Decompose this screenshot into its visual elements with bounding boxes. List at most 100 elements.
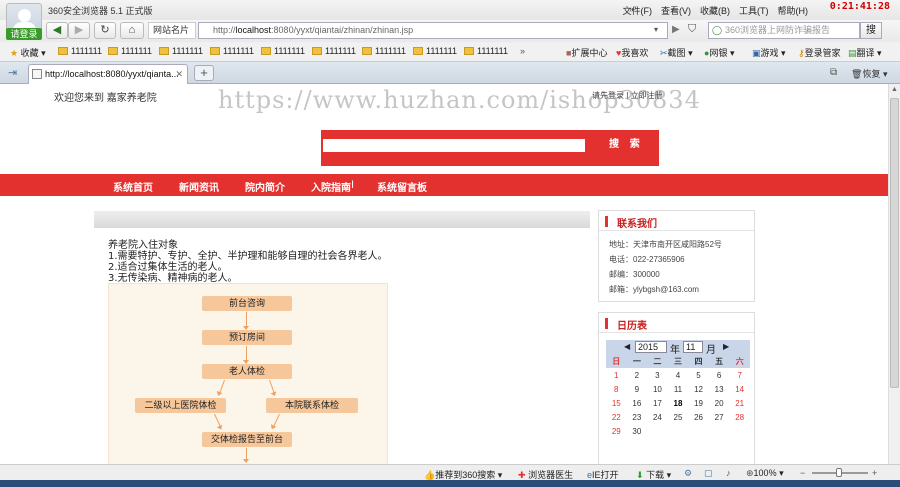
tab-current[interactable]: http://localhost:8080/yyxt/qianta... ✕: [28, 64, 188, 84]
calendar-day: [688, 424, 709, 438]
calendar-day[interactable]: 28: [729, 410, 750, 424]
calendar-day[interactable]: 17: [647, 396, 668, 410]
bookmark-item[interactable]: 1111111: [210, 46, 254, 56]
calendar-day-today[interactable]: 18: [668, 396, 689, 410]
search-button[interactable]: 搜: [860, 22, 882, 39]
menu-view[interactable]: 查看(V): [661, 4, 691, 17]
menu-help[interactable]: 帮助(H): [778, 4, 809, 17]
calendar-day[interactable]: 22: [606, 410, 627, 424]
search-input[interactable]: 360浏览器上网防诈骗报告: [708, 22, 860, 39]
nav-home[interactable]: 系统首页: [113, 179, 153, 194]
calendar-day[interactable]: 7: [729, 368, 750, 382]
calendar-day[interactable]: 20: [709, 396, 730, 410]
calendar-day[interactable]: 16: [627, 396, 648, 410]
calendar-day[interactable]: 8: [606, 382, 627, 396]
scroll-up-icon[interactable]: ▲: [891, 86, 898, 93]
zoom-out-icon[interactable]: −: [800, 468, 805, 478]
bookmark-item[interactable]: 1111111: [108, 46, 152, 56]
site-search-button[interactable]: 搜 索: [609, 135, 644, 150]
calendar-day[interactable]: 23: [627, 410, 648, 424]
year-input[interactable]: 2015: [635, 341, 667, 353]
next-month-icon[interactable]: ▶: [723, 342, 729, 351]
calendar-day[interactable]: 21: [729, 396, 750, 410]
calendar-day[interactable]: 19: [688, 396, 709, 410]
calendar-day[interactable]: 3: [647, 368, 668, 382]
contact-postcode: 邮编：300000: [609, 270, 660, 279]
calendar-day[interactable]: 1: [606, 368, 627, 382]
weekday-label: 三: [667, 355, 689, 368]
go-arrow-icon[interactable]: ▶: [672, 24, 680, 35]
window-icon[interactable]: ⧉: [830, 67, 837, 78]
zoom-in-icon[interactable]: +: [872, 468, 877, 478]
extensions-button[interactable]: ■扩展中心: [566, 46, 607, 59]
calendar-day[interactable]: 15: [606, 396, 627, 410]
translate-button[interactable]: ▤翻译 ▾: [848, 46, 882, 59]
window-mode-icon[interactable]: ▢: [704, 468, 713, 479]
refresh-button[interactable]: ↻: [94, 22, 116, 39]
calendar-day[interactable]: 25: [668, 410, 689, 424]
calendar-day[interactable]: 2: [627, 368, 648, 382]
forward-button[interactable]: ▶: [68, 22, 90, 39]
scroll-thumb[interactable]: [890, 98, 899, 388]
nav-message-board[interactable]: 系统留言板: [377, 179, 427, 194]
prev-month-icon[interactable]: ◀: [624, 342, 630, 351]
calendar-day[interactable]: 13: [709, 382, 730, 396]
netbank-button[interactable]: ●网银 ▾: [704, 46, 734, 59]
calendar-header: 日历表: [599, 313, 754, 333]
new-tab-button[interactable]: +: [194, 65, 214, 81]
back-button[interactable]: ◀: [46, 22, 68, 39]
site-search-input[interactable]: [323, 139, 585, 152]
nav-news[interactable]: 新闻资讯: [179, 179, 219, 194]
calendar-day[interactable]: 26: [688, 410, 709, 424]
month-input[interactable]: 11: [683, 341, 703, 353]
calendar-day[interactable]: 14: [729, 382, 750, 396]
like-button[interactable]: ♥我喜欢: [616, 46, 648, 59]
bookmark-item[interactable]: 1111111: [58, 46, 102, 56]
calendar-day[interactable]: 12: [688, 382, 709, 396]
nav-admission-guide[interactable]: 入院指南: [311, 179, 351, 194]
login-manager-button[interactable]: ⚷登录管家: [798, 46, 841, 59]
bookmark-item[interactable]: 1111111: [362, 46, 406, 56]
calendar-day[interactable]: 10: [647, 382, 668, 396]
site-card-dropdown[interactable]: 网站名片 ▾: [148, 22, 196, 50]
menu-favorites[interactable]: 收藏(B): [700, 4, 730, 17]
calendar-day[interactable]: 30: [627, 424, 648, 438]
calendar-day[interactable]: 29: [606, 424, 627, 438]
login-button[interactable]: 请登录: [6, 28, 42, 40]
calendar-day[interactable]: 27: [709, 410, 730, 424]
favorites-menu[interactable]: ★ 收藏 ▾: [10, 46, 46, 59]
bookmark-item[interactable]: 1111111: [413, 46, 457, 56]
volume-icon[interactable]: ♪: [726, 468, 731, 478]
calendar-day[interactable]: 24: [647, 410, 668, 424]
games-button[interactable]: ▣游戏 ▾: [752, 46, 786, 59]
more-bookmarks-icon[interactable]: »: [520, 46, 525, 56]
zoom-control[interactable]: ⊕100% ▾: [746, 468, 784, 479]
calendar-day[interactable]: 5: [688, 368, 709, 382]
menu-tools[interactable]: 工具(T): [739, 4, 769, 17]
menu-file[interactable]: 文件(F): [623, 4, 653, 17]
calendar-day[interactable]: 9: [627, 382, 648, 396]
tab-bar: ⇥ http://localhost:8080/yyxt/qianta... ✕…: [0, 62, 900, 84]
calendar-day[interactable]: 4: [668, 368, 689, 382]
url-dropdown-icon[interactable]: ▾: [654, 25, 658, 34]
weekday-label: 日: [606, 355, 627, 368]
home-button[interactable]: ⌂: [120, 22, 144, 39]
settings-icon[interactable]: ⚙: [684, 468, 692, 479]
bookmark-item[interactable]: 1111111: [261, 46, 305, 56]
weekday-label: 一: [626, 355, 648, 368]
vertical-scrollbar[interactable]: ▲: [888, 84, 900, 464]
bookmark-item[interactable]: 1111111: [464, 46, 508, 56]
tab-close-icon[interactable]: ✕: [175, 65, 183, 83]
shield-icon[interactable]: ⛉: [688, 23, 696, 36]
bookmark-item[interactable]: 1111111: [312, 46, 356, 56]
calendar-day[interactable]: 11: [668, 382, 689, 396]
calendar-day[interactable]: 6: [709, 368, 730, 382]
restore-button[interactable]: 🗑恢复 ▾: [851, 67, 887, 80]
url-input[interactable]: http://localhost:8080/yyxt/qiantai/zhina…: [198, 22, 668, 39]
zoom-slider-thumb[interactable]: [836, 468, 842, 477]
download-icon: ⬇: [636, 470, 644, 480]
screenshot-button[interactable]: ✂截图 ▾: [660, 46, 693, 59]
bookmark-item[interactable]: 1111111: [159, 46, 203, 56]
nav-about[interactable]: 院内简介: [245, 179, 285, 194]
sidebar-toggle-icon[interactable]: ⇥: [8, 66, 17, 79]
